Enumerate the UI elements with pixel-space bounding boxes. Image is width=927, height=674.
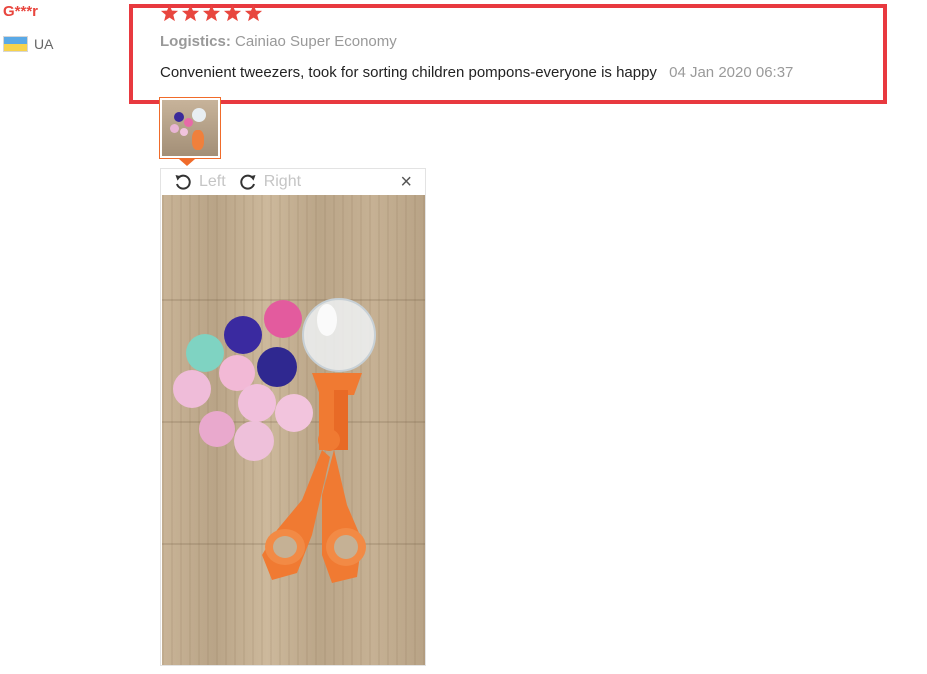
- rotate-left-label: Left: [199, 172, 226, 190]
- star-icon: [181, 4, 200, 22]
- review-photo-thumbnail[interactable]: [159, 97, 221, 159]
- thumbnail-image: [162, 100, 218, 156]
- review-photo: [162, 195, 425, 665]
- close-icon[interactable]: ×: [400, 171, 412, 193]
- review-content: Convenient tweezers, took for sorting ch…: [160, 64, 793, 81]
- logistics-label: Logistics:: [160, 33, 231, 50]
- rotate-right-label: Right: [263, 172, 302, 190]
- rotate-left-icon: [175, 174, 191, 190]
- review-date: 04 Jan 2020 06:37: [669, 64, 794, 81]
- viewer-toolbar: Left Right ×: [161, 169, 425, 194]
- star-icon: [202, 4, 221, 22]
- logistics-value: Cainiao Super Economy: [235, 33, 397, 50]
- ukraine-flag-icon: [3, 36, 28, 52]
- image-viewer: Left Right ×: [160, 168, 426, 666]
- star-icon: [244, 4, 263, 22]
- thumbnail-pointer: [179, 159, 195, 166]
- photo-scene: [173, 298, 376, 583]
- star-icon: [223, 4, 242, 22]
- reviewer-country: UA: [3, 36, 53, 52]
- country-code: UA: [34, 36, 54, 52]
- logistics-info: Logistics: Cainiao Super Economy: [160, 33, 397, 50]
- rotate-left-button[interactable]: Left: [173, 172, 226, 192]
- review-text: Convenient tweezers, took for sorting ch…: [160, 64, 657, 81]
- rotate-right-button[interactable]: Right: [238, 172, 301, 192]
- rotate-right-icon: [239, 174, 256, 190]
- star-rating: [160, 4, 263, 23]
- star-icon: [160, 4, 179, 22]
- reviewer-name: G***r: [3, 3, 39, 20]
